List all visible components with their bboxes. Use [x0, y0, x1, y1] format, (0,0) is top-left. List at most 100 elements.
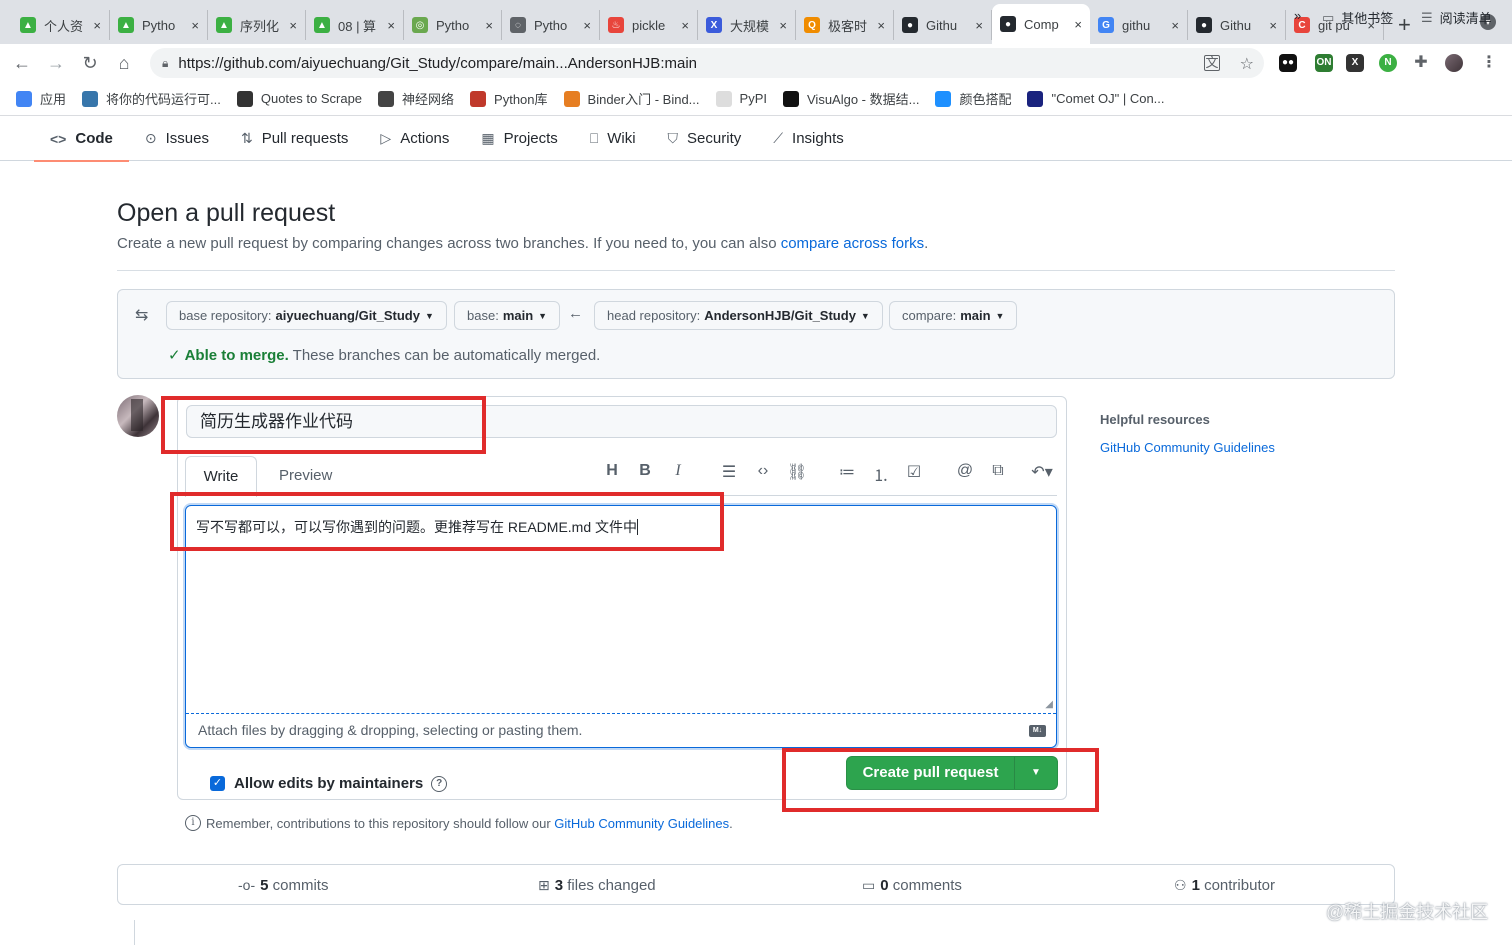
- close-icon[interactable]: ×: [975, 18, 983, 33]
- translate-icon[interactable]: 文: [1204, 55, 1220, 71]
- compare-across-forks-link[interactable]: compare across forks: [781, 235, 924, 252]
- reading-list[interactable]: ☰ 阅读清单: [1421, 8, 1492, 27]
- cross-reference-icon[interactable]: ⧉: [988, 462, 1008, 480]
- browser-menu-icon[interactable]: ⋮: [1480, 54, 1498, 72]
- issue-icon: ⊙: [144, 130, 157, 146]
- quote-icon[interactable]: ☰: [719, 462, 739, 482]
- base-branch-select[interactable]: base: main ▼: [454, 301, 561, 330]
- ordered-list-icon[interactable]: ⒈: [871, 462, 891, 486]
- close-icon[interactable]: ×: [1171, 18, 1179, 33]
- bookmark-star-icon[interactable]: ☆: [1240, 54, 1254, 74]
- bookmark-item[interactable]: "Comet OJ" | Con...: [1027, 90, 1165, 107]
- close-icon[interactable]: ×: [387, 18, 395, 33]
- head-repository-select[interactable]: head repository: AndersonHJB/Git_Study ▼: [594, 301, 883, 330]
- compare-branch-select[interactable]: compare: main ▼: [889, 301, 1018, 330]
- reload-icon[interactable]: ↻: [80, 53, 100, 74]
- other-bookmarks[interactable]: ▭ 其他书签: [1322, 8, 1393, 27]
- avatar[interactable]: [117, 395, 159, 437]
- profile-avatar[interactable]: [1445, 54, 1463, 72]
- close-icon[interactable]: ×: [485, 18, 493, 33]
- bookmark-item[interactable]: 颜色搭配: [935, 89, 1011, 108]
- bookmark-item[interactable]: PyPI: [715, 90, 767, 107]
- contributors-count[interactable]: ⚇ 1 contributor: [1174, 865, 1275, 906]
- tab-insights[interactable]: ⟋ Insights: [757, 116, 860, 161]
- close-icon[interactable]: ×: [877, 18, 885, 33]
- tab-wiki[interactable]: ⎕ Wiki: [574, 116, 652, 161]
- community-guidelines-link[interactable]: GitHub Community Guidelines: [554, 816, 729, 831]
- resize-handle-icon[interactable]: ◢: [1045, 699, 1053, 710]
- bookmark-item[interactable]: 将你的代码运行可...: [82, 89, 221, 108]
- new-tab-icon[interactable]: +: [1398, 12, 1411, 38]
- bookmark-item[interactable]: Binder入门 - Bind...: [563, 89, 700, 108]
- files-changed-count[interactable]: ⊞ 3 files changed: [538, 865, 656, 906]
- browser-tab[interactable]: ◎ Pytho ×: [404, 10, 502, 40]
- close-icon[interactable]: ×: [93, 18, 101, 33]
- close-icon[interactable]: ×: [289, 18, 297, 33]
- check-icon: ✓: [168, 347, 181, 364]
- address-bar[interactable]: 🔒︎ https://github.com/aiyuechuang/Git_St…: [150, 48, 1264, 78]
- bookmark-item[interactable]: 神经网络: [378, 89, 454, 108]
- close-icon[interactable]: ×: [191, 18, 199, 33]
- back-icon[interactable]: ←: [12, 53, 32, 74]
- browser-tab[interactable]: ♨ pickle ×: [600, 10, 698, 40]
- browser-tab[interactable]: Ggithu ×: [1090, 10, 1188, 40]
- sidebar-guidelines-link[interactable]: GitHub Community Guidelines: [1100, 440, 1275, 455]
- browser-tab[interactable]: ▲ 个人资 ×: [12, 10, 110, 40]
- commits-count[interactable]: -o- 5 commits: [238, 865, 328, 906]
- comments-count[interactable]: ▭ 0 comments: [862, 865, 962, 906]
- close-icon[interactable]: ×: [583, 18, 591, 33]
- checkbox-checked-icon[interactable]: ✓: [210, 776, 225, 791]
- tab-title: 序列化: [240, 18, 280, 34]
- heading-icon[interactable]: H: [602, 462, 622, 480]
- tab-issues[interactable]: ⊙ Issues: [129, 116, 225, 161]
- unordered-list-icon[interactable]: ≔: [837, 462, 857, 482]
- base-repository-select[interactable]: base repository: aiyuechuang/Git_Study ▼: [166, 301, 447, 330]
- annotation-box-button: [782, 748, 1099, 812]
- bookmark-item[interactable]: 应用: [16, 89, 66, 108]
- browser-tab[interactable]: ▲ Pytho ×: [110, 10, 208, 40]
- tab-pull-requests[interactable]: ⇅ Pull requests: [225, 116, 364, 161]
- browser-tab[interactable]: ▲ 08 | 算 ×: [306, 10, 404, 40]
- close-icon[interactable]: ×: [1269, 18, 1277, 33]
- forward-icon[interactable]: →: [46, 53, 66, 74]
- question-icon[interactable]: ?: [431, 775, 448, 792]
- link-icon[interactable]: ⛓: [787, 462, 807, 482]
- browser-tab[interactable]: ▲ 序列化 ×: [208, 10, 306, 40]
- browser-tab[interactable]: X 大规模 ×: [698, 10, 796, 40]
- attach-files-area[interactable]: Attach files by dragging & dropping, sel…: [186, 713, 1056, 747]
- contributors-number: 1: [1191, 877, 1200, 894]
- close-icon[interactable]: ×: [779, 18, 787, 33]
- extension-green-icon[interactable]: N: [1379, 54, 1397, 72]
- extension-on-icon[interactable]: ON: [1315, 54, 1333, 72]
- task-list-icon[interactable]: ☑: [904, 462, 924, 482]
- close-icon[interactable]: ×: [681, 18, 689, 33]
- allow-edits-checkbox[interactable]: ✓ Allow edits by maintainers ?: [210, 775, 448, 792]
- tab-preview[interactable]: Preview: [279, 456, 332, 496]
- bookmark-item[interactable]: Python库: [470, 89, 548, 108]
- browser-tab[interactable]: ◌ Pytho ×: [502, 10, 600, 40]
- tab-actions[interactable]: ▷ Actions: [364, 116, 465, 161]
- tab-write[interactable]: Write: [185, 456, 257, 497]
- browser-tab[interactable]: ● Githu ×: [1188, 10, 1286, 40]
- mention-icon[interactable]: @: [955, 462, 975, 480]
- markdown-icon[interactable]: M↓: [1029, 725, 1046, 737]
- tab-projects[interactable]: ▦ Projects: [465, 116, 573, 161]
- reply-icon[interactable]: ↶▾: [1025, 462, 1059, 482]
- tab-security[interactable]: ⛉ Security: [652, 116, 758, 161]
- browser-tab[interactable]: ● Githu ×: [894, 10, 992, 40]
- bookmark-item[interactable]: VisuAlgo - 数据结...: [783, 89, 919, 108]
- close-icon[interactable]: ×: [1074, 17, 1082, 32]
- puzzle-icon[interactable]: ✚: [1412, 54, 1430, 72]
- extension-x-icon[interactable]: X: [1346, 54, 1364, 72]
- italic-icon[interactable]: I: [668, 462, 688, 480]
- browser-tab[interactable]: ● Comp ×: [992, 4, 1090, 44]
- code-icon[interactable]: ‹›: [753, 462, 773, 480]
- extension-icon[interactable]: ●●: [1279, 54, 1297, 72]
- bookmarks-overflow-icon[interactable]: »: [1294, 8, 1301, 23]
- tab-code[interactable]: <> Code: [34, 116, 129, 162]
- lock-icon[interactable]: 🔒︎: [162, 56, 168, 71]
- bold-icon[interactable]: B: [635, 462, 655, 480]
- home-icon[interactable]: ⌂: [114, 53, 134, 74]
- browser-tab[interactable]: Q 极客时 ×: [796, 10, 894, 40]
- bookmark-item[interactable]: Quotes to Scrape: [236, 90, 362, 107]
